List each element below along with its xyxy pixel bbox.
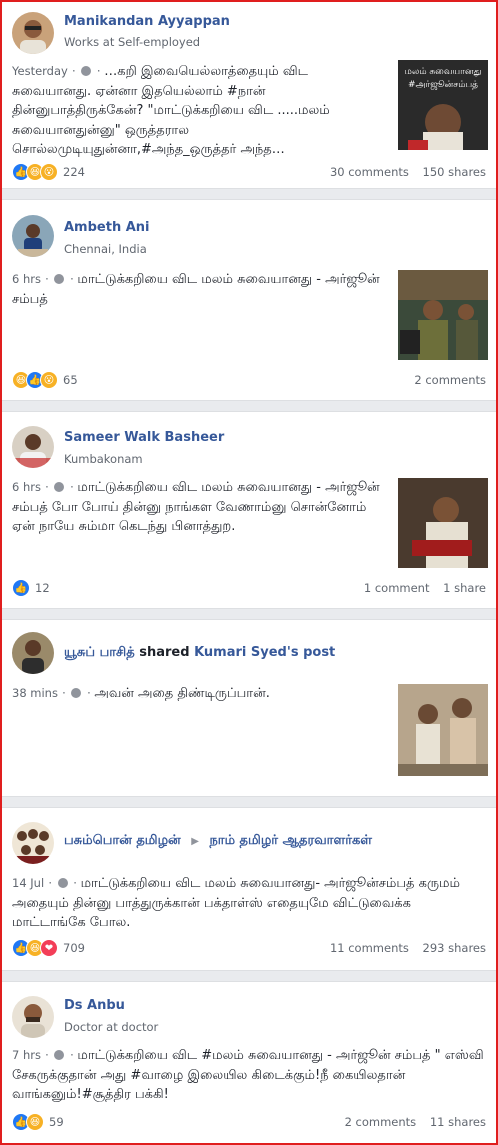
haha-icon: 😆 (26, 1113, 44, 1131)
shared-post-link[interactable]: Kumari Syed's post (194, 645, 335, 660)
avatar[interactable] (12, 215, 54, 257)
shares-link[interactable]: 293 shares (423, 941, 486, 955)
shared-label: shared (139, 645, 190, 660)
post-card: Sameer Walk Basheer Kumbakonam 6 hrs · ·… (2, 412, 496, 608)
like-icon: 👍 (12, 579, 30, 597)
shared-post-header: யூசுப் பாசித் shared Kumari Syed's post (64, 645, 335, 661)
reaction-count: 709 (63, 941, 85, 955)
post-body: அவன் அதை திண்டிருப்பான். (94, 686, 270, 701)
reaction-count: 12 (35, 581, 50, 595)
post-card: Ambeth Ani Chennai, India 6 hrs · · மாட்… (2, 200, 496, 400)
post-time[interactable]: 7 hrs (12, 1048, 41, 1062)
avatar[interactable] (12, 426, 54, 468)
author-name[interactable]: பசும்பொன் தமிழன் (64, 833, 181, 848)
reaction-count: 59 (49, 1115, 64, 1129)
wow-icon: 😮 (40, 163, 58, 181)
reactions-bar[interactable]: 👍 😆 ❤ 709 (12, 938, 85, 958)
post-card: பசும்பொன் தமிழன் ▶ நாம் தமிழர் ஆதரவாளர்க… (2, 808, 496, 970)
post-stats: 30 comments 150 shares (320, 165, 486, 179)
globe-icon (54, 274, 65, 284)
post-thumbnail[interactable] (398, 270, 488, 360)
avatar[interactable] (12, 12, 54, 54)
post-thumbnail[interactable] (398, 478, 488, 568)
reaction-count: 224 (63, 165, 85, 179)
post-time[interactable]: 14 Jul (12, 876, 44, 890)
post-text: 6 hrs · · மாட்டுக்கறியை விட மலம் சுவையான… (12, 272, 380, 307)
globe-icon (71, 688, 82, 698)
post-text: 38 mins · · அவன் அதை திண்டிருப்பான். (12, 686, 270, 701)
author-name[interactable]: யூசுப் பாசித் (64, 645, 135, 660)
post-separator (2, 188, 496, 200)
group-name-link[interactable]: நாம் தமிழர் ஆதரவாளர்கள் (209, 833, 372, 848)
post-body: மாட்டுக்கறியை விட #மலம் சுவையானது - அர்ஜ… (12, 1048, 484, 1102)
reactions-bar[interactable]: 👍 😆 😮 224 (12, 162, 85, 182)
avatar[interactable] (12, 996, 54, 1038)
author-name[interactable]: Ds Anbu (64, 998, 125, 1013)
author-name[interactable]: Sameer Walk Basheer (64, 430, 224, 445)
reactions-bar[interactable]: 👍 12 (12, 578, 50, 598)
author-subtitle: Doctor at doctor (64, 1020, 159, 1034)
post-card: யூசுப் பாசித் shared Kumari Syed's post … (2, 620, 496, 796)
post-stats: 2 comments 11 shares (335, 1115, 486, 1129)
reaction-count: 65 (63, 373, 78, 387)
post-time[interactable]: Yesterday (12, 64, 68, 78)
author-subtitle: Kumbakonam (64, 452, 143, 466)
post-separator (2, 970, 496, 982)
globe-icon (57, 878, 68, 888)
post-card: Ds Anbu Doctor at doctor 7 hrs · · மாட்ட… (2, 982, 496, 1142)
author-name[interactable]: Ambeth Ani (64, 220, 150, 235)
post-thumbnail[interactable]: மலம் சுவையானது #அர்ஜூன்சம்பத் (398, 60, 488, 150)
post-separator (2, 400, 496, 412)
wow-icon: 😮 (40, 371, 58, 389)
shares-link[interactable]: 11 shares (430, 1115, 486, 1129)
post-card: Manikandan Ayyappan Works at Self-employ… (2, 2, 496, 188)
post-text: Yesterday · · …கறி இவையெல்லாத்தையும் விட… (12, 64, 330, 157)
group-post-header: பசும்பொன் தமிழன் ▶ நாம் தமிழர் ஆதரவாளர்க… (64, 833, 372, 849)
shares-link[interactable]: 1 share (443, 581, 486, 595)
post-text: 14 Jul · · மாட்டுக்கறியை விட மலம் சுவையா… (12, 876, 460, 930)
post-text: 6 hrs · · மாட்டுக்கறியை விட மலம் சுவையான… (12, 480, 380, 534)
shares-link[interactable]: 150 shares (423, 165, 486, 179)
author-name[interactable]: Manikandan Ayyappan (64, 14, 230, 29)
love-icon: ❤ (40, 939, 58, 957)
post-thumbnail[interactable] (398, 684, 488, 776)
avatar[interactable] (12, 632, 54, 674)
reactions-bar[interactable]: 👍 😆 59 (12, 1112, 64, 1132)
post-stats: 2 comments (404, 373, 486, 387)
comments-link[interactable]: 2 comments (345, 1115, 417, 1129)
post-stats: 1 comment 1 share (354, 581, 486, 595)
post-time[interactable]: 6 hrs (12, 480, 41, 494)
comments-link[interactable]: 1 comment (364, 581, 430, 595)
comments-link[interactable]: 2 comments (414, 373, 486, 387)
post-text: 7 hrs · · மாட்டுக்கறியை விட #மலம் சுவையா… (12, 1048, 484, 1102)
comments-link[interactable]: 11 comments (330, 941, 409, 955)
post-time[interactable]: 6 hrs (12, 272, 41, 286)
author-subtitle: Works at Self-employed (64, 35, 201, 49)
globe-icon (54, 1050, 65, 1060)
avatar[interactable] (12, 822, 54, 864)
post-separator (2, 608, 496, 620)
post-stats: 11 comments 293 shares (320, 941, 486, 955)
thumbnail-caption: மலம் சுவையானது #அர்ஜூன்சம்பத் (404, 67, 482, 90)
comments-link[interactable]: 30 comments (330, 165, 409, 179)
post-time[interactable]: 38 mins (12, 686, 58, 700)
caret-right-icon: ▶ (191, 836, 199, 847)
globe-icon (54, 482, 65, 492)
reactions-bar[interactable]: 😆 👍 😮 65 (12, 370, 78, 390)
globe-icon (81, 66, 92, 76)
post-separator (2, 796, 496, 808)
author-subtitle: Chennai, India (64, 242, 147, 256)
